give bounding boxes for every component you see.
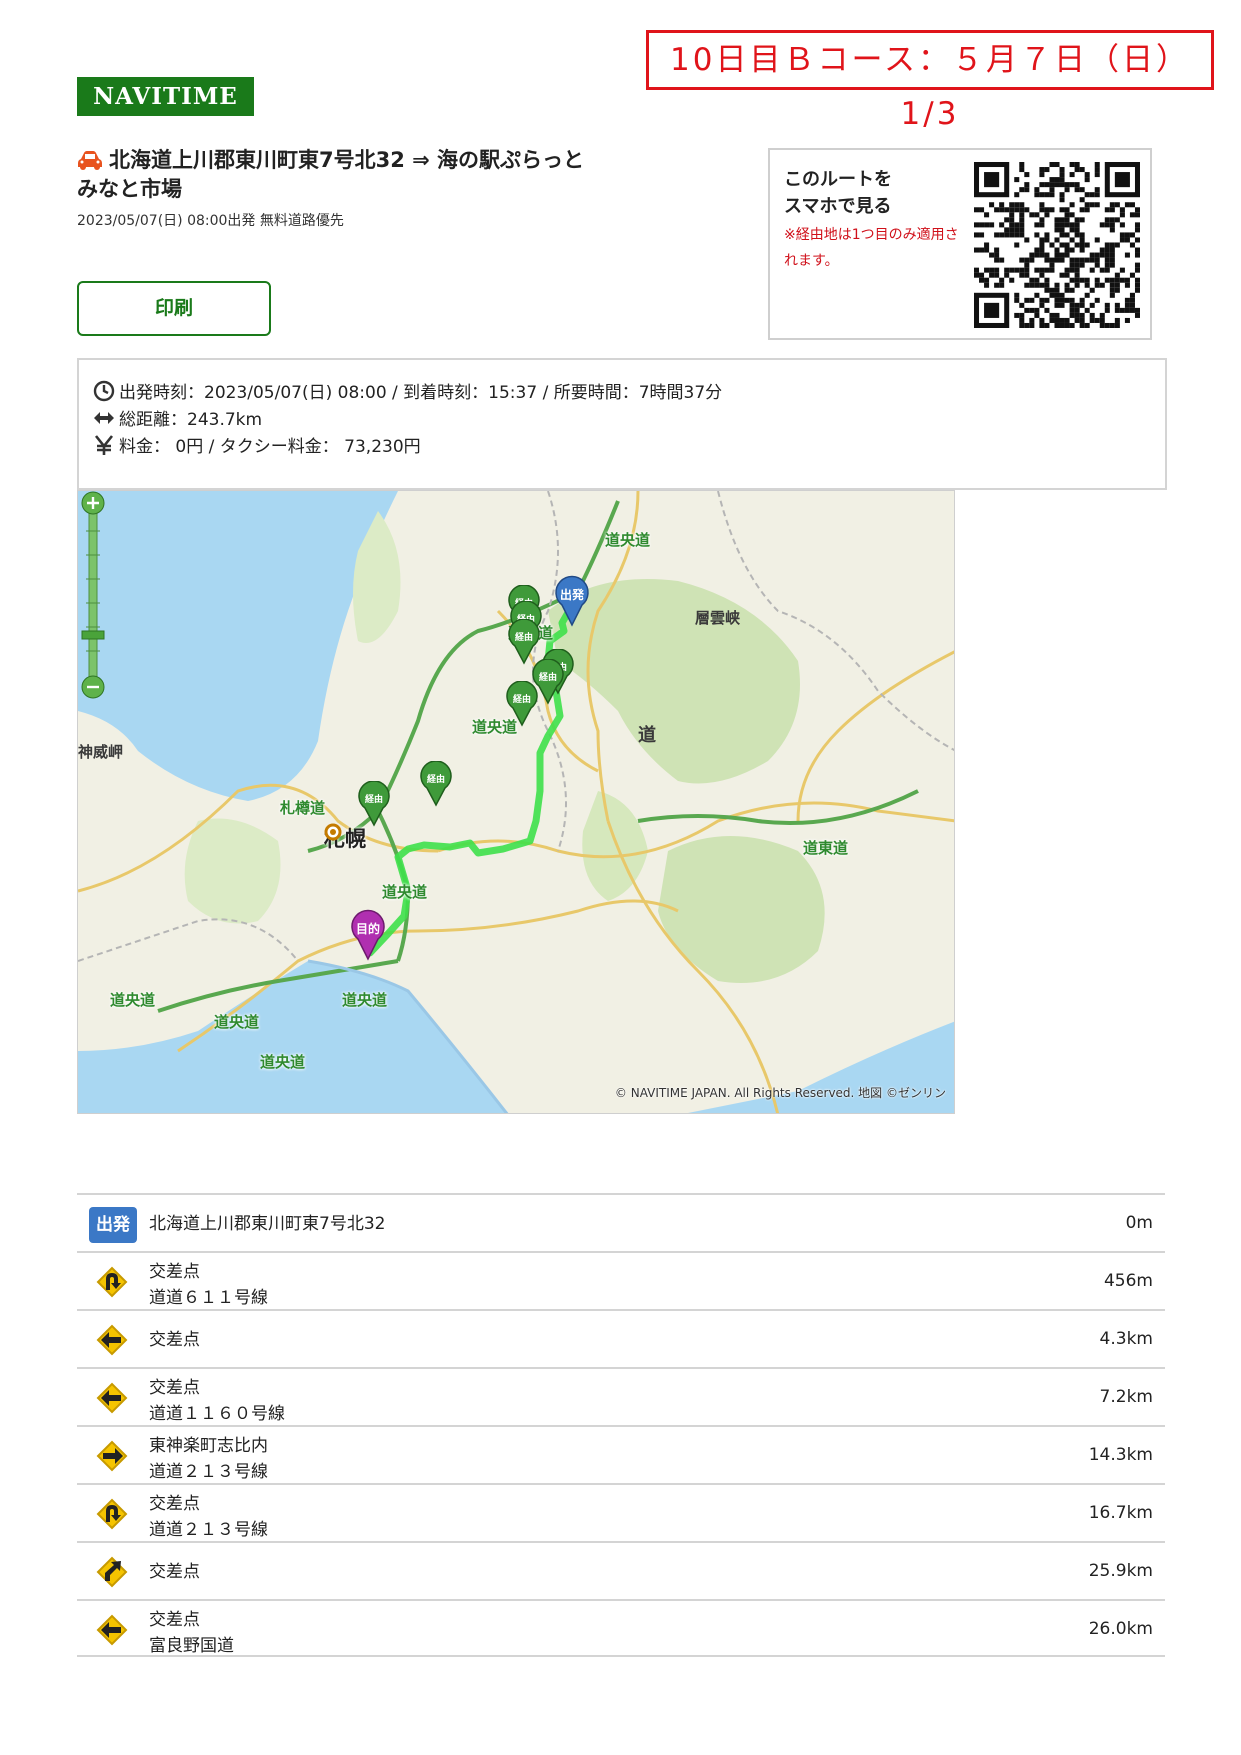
left-turn-icon: [96, 1614, 128, 1646]
via-marker-label: 経由: [427, 773, 445, 785]
course-label: 10日目Ｂコース：５月７日（日）1/3: [646, 30, 1214, 132]
route-step-row[interactable]: 交差点富良野国道 26.0km: [77, 1599, 1165, 1657]
map-label-doto: 道東道: [803, 839, 849, 857]
step-point-name: 交差点: [149, 1610, 200, 1630]
step-point-name: 交差点: [149, 1562, 200, 1582]
clock-icon: [93, 380, 115, 402]
right-turn-icon: [96, 1440, 128, 1472]
step-point-name: 交差点: [149, 1378, 200, 1398]
route-step-row[interactable]: 交差点道道１１６０号線 7.2km: [77, 1367, 1165, 1425]
start-marker-label: 出発: [560, 587, 585, 602]
print-button[interactable]: 印刷: [77, 281, 271, 336]
via-marker-icon[interactable]: 経由: [418, 761, 454, 807]
via-marker-icon[interactable]: 経由: [504, 681, 540, 727]
map-label-road-suffix: 道: [638, 725, 656, 746]
step-distance: 7.2km: [1099, 1387, 1153, 1407]
step-road-name: 富良野国道: [149, 1636, 234, 1656]
step-point-name: 北海道上川郡東川町東7号北32: [149, 1214, 386, 1234]
qr-code[interactable]: [974, 162, 1140, 328]
time-text: 出発時刻：2023/05/07(日) 08:00 / 到着時刻：15:37 / …: [119, 383, 723, 403]
step-text: 交差点道道２１３号線: [149, 1491, 268, 1543]
step-text: 北海道上川郡東川町東7号北32: [149, 1211, 385, 1237]
route-step-row[interactable]: 交差点 4.3km: [77, 1309, 1165, 1367]
via-marker-icon[interactable]: 経由: [356, 781, 392, 827]
step-distance: 0m: [1125, 1213, 1153, 1233]
yen-icon: [94, 435, 114, 455]
step-distance: 14.3km: [1088, 1445, 1153, 1465]
step-distance: 26.0km: [1088, 1619, 1153, 1639]
city-marker-icon: [324, 823, 342, 841]
step-distance: 16.7km: [1088, 1503, 1153, 1523]
step-text: 交差点道道６１１号線: [149, 1259, 268, 1311]
route-title: 北海道上川郡東川町東7号北32 ⇒ 海の駅ぷらっとみなと市場: [77, 146, 597, 204]
left-turn-icon: [96, 1382, 128, 1414]
via-marker-label: 経由: [539, 671, 557, 683]
route-step-row[interactable]: 出発 北海道上川郡東川町東7号北32 0m: [77, 1193, 1165, 1251]
navitime-logo[interactable]: NAVITIME: [77, 77, 254, 116]
left-turn-icon: [96, 1324, 128, 1356]
route-steps: 出発 北海道上川郡東川町東7号北32 0m 交差点 道道６１１号線 456m 交差点 4.3k…: [77, 1193, 1165, 1657]
route-map[interactable]: 道央道 層雲峡 道央道 道央道 神威岬 札樽道 道央道 道東道 道央道 道央道 …: [77, 490, 955, 1114]
qr-title: このルートを スマホで見る: [784, 169, 892, 217]
step-point-name: 交差点: [149, 1330, 200, 1350]
route-step-row[interactable]: 東神楽町志比内 道道２１３号線 14.3km: [77, 1425, 1165, 1483]
time-row: 出発時刻：2023/05/07(日) 08:00 / 到着時刻：15:37 / …: [93, 378, 722, 403]
map-copyright: © NAVITIME JAPAN. All Rights Reserved. 地…: [614, 1086, 946, 1100]
car-icon: [78, 151, 102, 170]
slight-right-icon: [96, 1556, 128, 1588]
u-turn-icon: [96, 1498, 128, 1530]
map-label-kamui: 神威岬: [78, 743, 124, 761]
step-point-name: 交差点: [149, 1494, 200, 1514]
route-step-row[interactable]: 交差点 25.9km: [77, 1541, 1165, 1599]
start-badge: 出発: [89, 1207, 137, 1243]
step-distance: 456m: [1103, 1271, 1153, 1291]
route-subtitle: 2023/05/07(日) 08:00出発 無料道路優先: [77, 213, 344, 229]
step-distance: 4.3km: [1099, 1329, 1153, 1349]
route-step-row[interactable]: 交差点道道６１１号線 456m: [77, 1251, 1165, 1309]
map-label-douou: 道央道: [605, 531, 651, 549]
via-marker-label: 経由: [513, 693, 531, 705]
map-label-sounkyo: 層雲峡: [695, 609, 741, 627]
fare-row: 料金： 0円 / タクシー料金： 73,230円: [93, 432, 421, 457]
map-label-douou: 道央道: [342, 991, 388, 1009]
route-title-text: 北海道上川郡東川町東7号北32 ⇒ 海の駅ぷらっとみなと市場: [77, 148, 585, 201]
step-text: 交差点: [149, 1559, 200, 1585]
step-road-name: 道道６１１号線: [149, 1288, 268, 1308]
route-step-row[interactable]: 交差点道道２１３号線 16.7km: [77, 1483, 1165, 1541]
step-distance: 25.9km: [1088, 1561, 1153, 1581]
fare-text: 料金： 0円 / タクシー料金： 73,230円: [119, 437, 421, 457]
via-marker-label: 経由: [515, 631, 533, 643]
goal-marker-label: 目的: [356, 921, 380, 936]
step-point-name: 交差点: [149, 1262, 200, 1282]
map-label-douou: 道央道: [214, 1013, 260, 1031]
step-text: 交差点: [149, 1327, 200, 1353]
distance-arrows-icon: [94, 412, 114, 424]
distance-row: 総距離：243.7km: [93, 405, 262, 430]
step-road-name: 道道１１６０号線: [149, 1404, 285, 1424]
via-marker-label: 経由: [365, 793, 383, 805]
map-label-douou: 道央道: [260, 1053, 306, 1071]
step-road-name: 道道２１３号線: [149, 1462, 268, 1482]
step-point-name: 東神楽町志比内: [149, 1436, 268, 1456]
step-text: 東神楽町志比内 道道２１３号線: [149, 1433, 268, 1485]
step-road-name: 道道２１３号線: [149, 1520, 268, 1540]
step-text: 交差点道道１１６０号線: [149, 1375, 285, 1427]
qr-panel: このルートを スマホで見る ※経由地は1つ目のみ適用されます。: [768, 148, 1152, 340]
route-summary: 出発時刻：2023/05/07(日) 08:00 / 到着時刻：15:37 / …: [77, 358, 1167, 490]
map-label-douou: 道央道: [382, 883, 428, 901]
distance-text: 総距離：243.7km: [119, 410, 263, 430]
map-city-sapporo: 札幌: [324, 823, 366, 853]
map-label-douou: 道央道: [110, 991, 156, 1009]
qr-note: ※経由地は1つ目のみ適用されます。: [784, 227, 959, 269]
goal-marker-icon[interactable]: 目的: [348, 909, 388, 961]
step-text: 交差点 富良野国道: [149, 1607, 234, 1659]
start-marker-icon[interactable]: 出発: [552, 575, 592, 627]
zoom-control[interactable]: [78, 491, 108, 701]
map-label-satsubetsu: 札樽道: [280, 799, 326, 817]
u-turn-icon: [96, 1266, 128, 1298]
